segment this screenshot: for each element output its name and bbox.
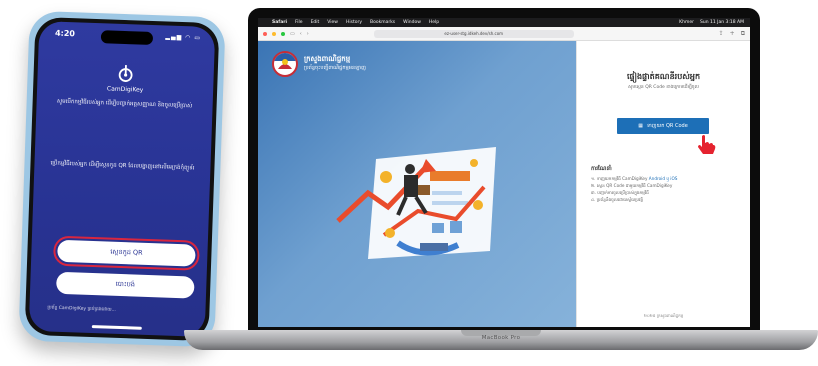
menu-edit[interactable]: Edit xyxy=(311,20,320,25)
home-indicator xyxy=(91,325,142,330)
menu-view[interactable]: View xyxy=(327,20,338,25)
login-title: ផ្ទៀងផ្ទាត់គណនីរបស់អ្នក xyxy=(626,72,701,81)
phone-screen: 4:20 ▂▄▆ ◠ ▭ CamDigiKey សូមបើកកម្មវិធីរប… xyxy=(28,21,216,337)
camdigikey-logo-icon xyxy=(114,62,137,89)
page-footer: ២០២៥ ក្រសួងពាណិជ្ជកម្ម xyxy=(643,313,684,318)
window-close-icon[interactable] xyxy=(263,31,267,36)
phone-instruction-2: ប្រើកម្មវិធីរបស់អ្នក ដើម្បីស្កេនកូដ QR ដ… xyxy=(50,160,195,172)
ministry-logo-icon xyxy=(272,51,298,77)
instruction-step: ១. ទាញយកកម្មវិធី CamDigiKey Android ឬ iO… xyxy=(591,175,677,182)
share-icon[interactable]: ⇪ xyxy=(719,30,724,38)
instruction-step: ២. ស្កេន QR Code ជាមួយកម្មវិធី CamDigiKe… xyxy=(591,182,677,189)
hero-illustration-icon xyxy=(336,147,496,259)
back-icon[interactable]: ‹ xyxy=(300,31,302,37)
instruction-step: ៣. បញ្ជាក់ការចូលប្រើប្រាស់ក្នុងកម្មវិធី xyxy=(591,189,677,196)
menu-bookmarks[interactable]: Bookmarks xyxy=(370,20,395,25)
phone-cancel-button[interactable]: បោះបង់ xyxy=(55,271,195,299)
menu-file[interactable]: File xyxy=(295,20,303,25)
window-minimize-icon[interactable] xyxy=(272,31,276,36)
instruction-step: ៤. ប្រព័ន្ធនឹងចូលដោយស្វ័យប្រវត្តិ xyxy=(591,196,677,203)
menu-window[interactable]: Window xyxy=(403,20,421,25)
instruction-step-text: ៤. ប្រព័ន្ធនឹងចូលដោយស្វ័យប្រវត្តិ xyxy=(591,197,643,202)
phone-scan-qr-button[interactable]: ស្កេនកូដ QR xyxy=(53,234,200,272)
brand-title: ក្រសួងពាណិជ្ជកម្ម xyxy=(304,55,351,63)
instruction-step-text: ២. ស្កេន QR Code ជាមួយកម្មវិធី CamDigiKe… xyxy=(591,183,673,188)
menubar-clock[interactable]: Sun 11 Jan 3:18 AM xyxy=(700,20,744,25)
get-qr-code-button[interactable]: ▦ ទាញយក QR Code xyxy=(617,118,709,134)
get-qr-code-label: ទាញយក QR Code xyxy=(646,122,688,129)
hero-panel: ក្រសួងពាណិជ្ជកម្ម ប្រព័ន្ធចុះបញ្ជីពាណិជ្… xyxy=(258,41,576,327)
input-source-label[interactable]: Khmer xyxy=(679,20,694,25)
tabs-overview-icon[interactable]: ⧉ xyxy=(741,30,745,38)
app-store-link[interactable]: Android ឬ iOS xyxy=(649,176,678,181)
new-tab-icon[interactable]: + xyxy=(730,30,735,38)
laptop-model-label: MacBook Pro xyxy=(481,335,521,341)
phone-instruction-1: សូមបើកកម្មវិធីរបស់អ្នក ដើម្បីបញ្ជាក់អត្ត… xyxy=(56,98,193,110)
phone-bezel: 4:20 ▂▄▆ ◠ ▭ CamDigiKey សូមបើកកម្មវិធីរប… xyxy=(24,16,220,342)
instruction-step-text: ៣. បញ្ជាក់ការចូលប្រើប្រាស់ក្នុងកម្មវិធី xyxy=(591,190,649,195)
instructions-title: ការណែនាំ xyxy=(591,166,612,172)
browser-toolbar: ▭ ‹ › ez-user-stg.idkeh.dev/sh.com ⇪ + ⧉ xyxy=(258,27,750,41)
phone-footer-text: ប្រព័ន្ធ CamDigiKey គ្រប់គ្រងដោយ... xyxy=(47,305,116,313)
address-bar[interactable]: ez-user-stg.idkeh.dev/sh.com xyxy=(373,29,574,38)
laptop-lid: Safari File Edit View History Bookmarks … xyxy=(248,8,760,334)
menu-safari[interactable]: Safari xyxy=(272,20,287,25)
web-page: ក្រសួងពាណិជ្ជកម្ម ប្រព័ន្ធចុះបញ្ជីពាណិជ្… xyxy=(258,41,750,327)
instructions-list: ១. ទាញយកកម្មវិធី CamDigiKey Android ឬ iO… xyxy=(591,175,677,203)
hand-cursor-icon xyxy=(698,135,716,154)
sidebar-icon[interactable]: ▭ xyxy=(290,31,295,37)
laptop-base: MacBook Pro xyxy=(184,330,818,350)
phone-device: 4:20 ▂▄▆ ◠ ▭ CamDigiKey សូមបើកកម្មវិធីរប… xyxy=(18,10,226,348)
menu-history[interactable]: History xyxy=(346,20,362,25)
qr-code-icon: ▦ xyxy=(638,123,643,129)
laptop-screen: Safari File Edit View History Bookmarks … xyxy=(258,18,750,327)
login-panel: ផ្ទៀងផ្ទាត់គណនីរបស់អ្នក សូមស្កេន QR Code… xyxy=(576,41,750,327)
instruction-step-text: ១. ទាញយកកម្មវិធី CamDigiKey xyxy=(591,176,649,181)
forward-icon[interactable]: › xyxy=(307,31,309,37)
dynamic-island xyxy=(100,30,154,45)
login-subtitle: សូមស្កេន QR Code ខាងក្រោមដើម្បីចូល xyxy=(628,85,699,90)
phone-status-icons: ▂▄▆ ◠ ▭ xyxy=(165,33,202,42)
macos-menubar: Safari File Edit View History Bookmarks … xyxy=(258,18,750,27)
window-zoom-icon[interactable] xyxy=(281,31,285,36)
phone-time: 4:20 xyxy=(54,28,76,39)
brand-subtitle: ប្រព័ន្ធចុះបញ្ជីពាណិជ្ជកម្មអនឡាញ xyxy=(304,65,366,71)
menu-help[interactable]: Help xyxy=(429,20,439,25)
